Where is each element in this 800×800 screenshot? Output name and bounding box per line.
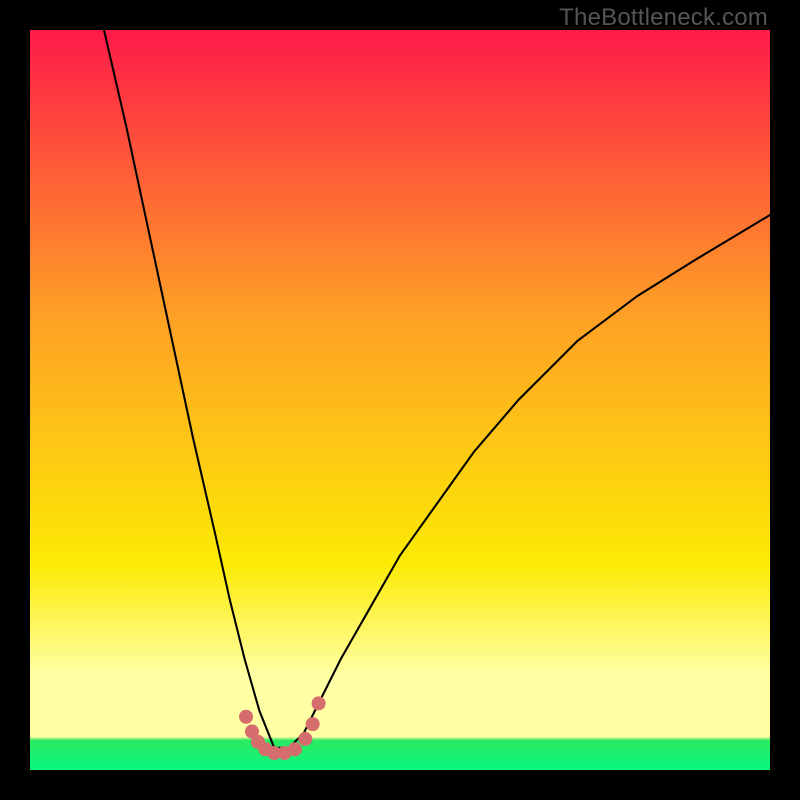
highlight-dot (239, 710, 253, 724)
highlight-dot (312, 696, 326, 710)
bottleneck-curve (104, 30, 770, 748)
highlight-dot (288, 742, 302, 756)
curve-layer (30, 30, 770, 770)
highlight-dot (298, 732, 312, 746)
highlight-dot (306, 717, 320, 731)
chart-frame: TheBottleneck.com (0, 0, 800, 800)
watermark-text: TheBottleneck.com (559, 4, 768, 32)
highlight-dots (239, 696, 326, 760)
plot-area (30, 30, 770, 770)
